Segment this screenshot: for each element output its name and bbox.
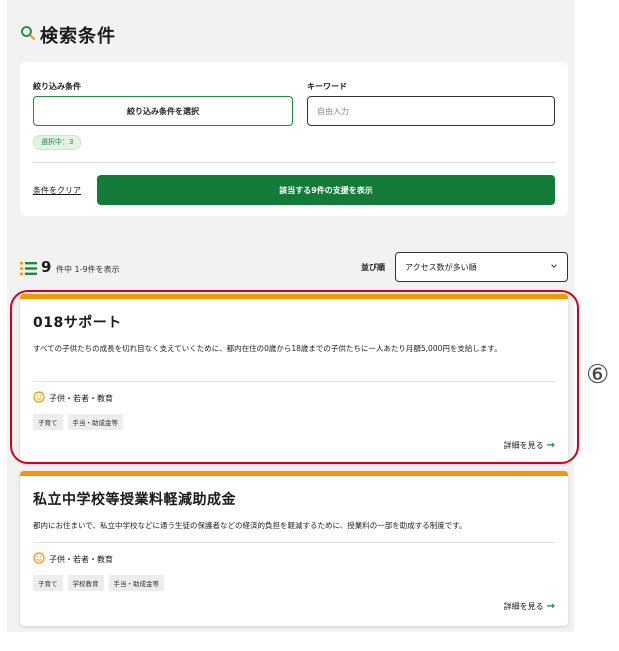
smiley-icon bbox=[33, 391, 45, 405]
category-label: 子供・若者・教育 bbox=[49, 393, 113, 403]
details-label: 詳細を見る bbox=[503, 602, 544, 611]
tag: 手当・助成金等 bbox=[67, 414, 123, 430]
arrow-right-icon: → bbox=[546, 601, 555, 612]
result-count: 9 bbox=[41, 258, 52, 276]
search-heading: 検索条件 bbox=[20, 22, 116, 48]
clear-filters-link[interactable]: 条件をクリア bbox=[33, 185, 81, 196]
card-title[interactable]: 私立中学校等授業料軽減助成金 bbox=[33, 489, 236, 509]
search-icon bbox=[20, 25, 36, 45]
sort-select[interactable]: アクセス数が多い順 bbox=[395, 252, 568, 282]
arrow-right-icon: → bbox=[546, 440, 555, 451]
card-divider bbox=[33, 381, 555, 382]
details-label: 詳細を見る bbox=[503, 441, 544, 450]
card-title[interactable]: 018サポート bbox=[33, 312, 122, 332]
support-card[interactable]: 018サポート すべての子供たちの成長を切れ目なく支えていくために、都内在住の0… bbox=[20, 294, 568, 463]
card-tags: 子育て 手当・助成金等 bbox=[33, 414, 123, 430]
card-description: すべての子供たちの成長を切れ目なく支えていくために、都内在住の0歳から18歳まで… bbox=[33, 344, 502, 353]
keyword-input[interactable] bbox=[307, 96, 555, 126]
card-category: 子供・若者・教育 bbox=[33, 391, 113, 405]
tag: 子育て bbox=[33, 575, 63, 591]
result-range-text: 件中 1-9件を表示 bbox=[56, 265, 120, 274]
support-card[interactable]: 私立中学校等授業料軽減助成金 都内にお住まいで、私立中学校などに通う生徒の保護者… bbox=[20, 471, 568, 626]
filter-box: 絞り込み条件 絞り込み条件を選択 選択中：3 キーワード 条件をクリア 該当する… bbox=[20, 62, 568, 216]
search-title: 検索条件 bbox=[40, 26, 116, 47]
list-icon bbox=[20, 260, 37, 275]
card-description: 都内にお住まいで、私立中学校などに通う生徒の保護者などの経済的負担を軽減するため… bbox=[33, 521, 467, 530]
sort-value: アクセス数が多い順 bbox=[405, 262, 477, 272]
tag: 学校教育 bbox=[67, 575, 104, 591]
details-link[interactable]: 詳細を見る → bbox=[504, 601, 555, 612]
sort-label: 並び順 bbox=[361, 263, 385, 272]
tag: 手当・助成金等 bbox=[108, 575, 164, 591]
card-category: 子供・若者・教育 bbox=[33, 552, 113, 566]
select-filter-button[interactable]: 絞り込み条件を選択 bbox=[33, 96, 293, 126]
card-tags: 子育て 学校教育 手当・助成金等 bbox=[33, 575, 164, 591]
filter-label: 絞り込み条件 bbox=[33, 82, 81, 91]
annotation-number: ⑥ bbox=[586, 360, 610, 390]
result-row: 9 件中 1-9件を表示 並び順 アクセス数が多い順 bbox=[20, 252, 568, 282]
category-label: 子供・若者・教育 bbox=[49, 554, 113, 564]
chevron-down-icon bbox=[550, 262, 558, 272]
selected-count-chip: 選択中：3 bbox=[33, 135, 82, 150]
tag: 子育て bbox=[33, 414, 63, 430]
show-results-button[interactable]: 該当する9件の支援を表示 bbox=[97, 175, 555, 205]
smiley-icon bbox=[33, 552, 45, 566]
keyword-label: キーワード bbox=[307, 82, 347, 91]
details-link[interactable]: 詳細を見る → bbox=[504, 440, 555, 451]
divider bbox=[33, 162, 555, 163]
card-divider bbox=[33, 542, 555, 543]
